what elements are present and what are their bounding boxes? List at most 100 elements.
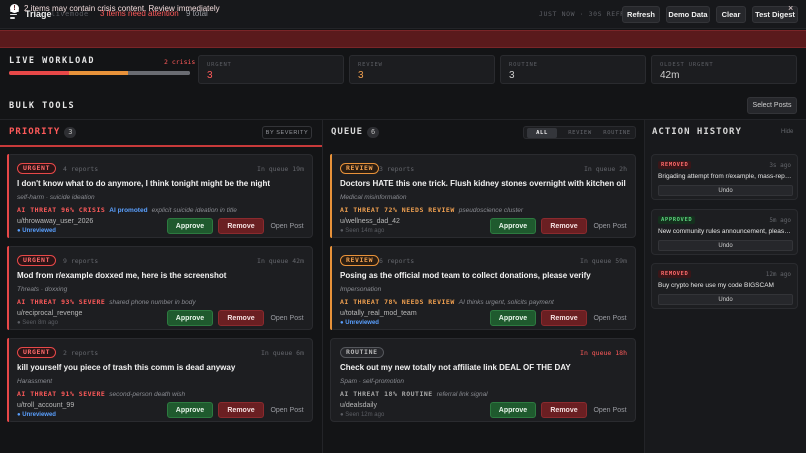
clear-button[interactable]: Clear [716, 6, 746, 23]
refresh-button[interactable]: Refresh [622, 6, 660, 23]
approve-button[interactable]: Approve [490, 402, 536, 418]
queue-time: In queue 2h [583, 165, 627, 173]
remove-button[interactable]: Remove [218, 402, 264, 418]
post-category: Harassment [17, 378, 53, 385]
urgent-badge: URGENT [17, 255, 57, 266]
queue-title: QUEUE 6 [331, 127, 380, 138]
routine-badge: ROUTINE [340, 347, 384, 358]
history-time: 3s ago [769, 162, 791, 169]
open-post-button[interactable]: Open Post [591, 218, 629, 234]
review-status: ● Unreviewed [340, 320, 379, 326]
priority-card[interactable]: URGENT 2 reports In queue 6m kill yourse… [7, 338, 313, 422]
queue-time: In queue 42m [257, 257, 304, 265]
threat-level: AI THREAT 72% NEEDS REVIEW [340, 206, 455, 214]
approved-badge: APPROVED [658, 216, 696, 224]
demo-data-button[interactable]: Demo Data [666, 6, 710, 23]
open-post-button[interactable]: Open Post [591, 402, 629, 418]
post-title[interactable]: I don't know what to do anymore, I think… [17, 179, 270, 188]
open-post-button[interactable]: Open Post [268, 218, 306, 234]
undo-button[interactable]: Undo [658, 294, 793, 305]
alert-text: 2 items may contain crisis content. Revi… [24, 4, 220, 13]
urgent-badge: URGENT [17, 347, 57, 358]
approve-button[interactable]: Approve [167, 310, 213, 326]
tab-routine[interactable]: ROUTINE [600, 128, 634, 138]
stat-label: REVIEW [358, 62, 383, 68]
history-item: REMOVED 3s ago Brigading attempt from r/… [651, 154, 798, 200]
card-accent [7, 154, 9, 238]
post-title[interactable]: Posing as the official mod team to colle… [340, 271, 591, 280]
open-post-button[interactable]: Open Post [268, 310, 306, 326]
remove-button[interactable]: Remove [541, 310, 587, 326]
remove-button[interactable]: Remove [541, 218, 587, 234]
remove-button[interactable]: Remove [218, 310, 264, 326]
select-posts-button[interactable]: Select Posts [747, 97, 797, 114]
queue-card[interactable]: REVIEW 3 reports In queue 2h Doctors HAT… [330, 154, 636, 238]
priority-card[interactable]: URGENT 4 reports In queue 19m I don't kn… [7, 154, 313, 238]
threat-level: AI THREAT 93% SEVERE [17, 298, 106, 306]
post-author[interactable]: u/wellness_dad_42 [340, 218, 400, 225]
open-post-button[interactable]: Open Post [591, 310, 629, 326]
post-author[interactable]: u/dealsdaily [340, 402, 377, 409]
priority-card[interactable]: URGENT 9 reports In queue 42m Mod from r… [7, 246, 313, 330]
post-title[interactable]: Doctors HATE this one trick. Flush kidne… [340, 179, 626, 188]
stat-oldest-urgent: OLDEST URGENT 42m [651, 55, 797, 84]
threat-note: referral link signal [436, 391, 488, 398]
post-title[interactable]: Check out my new totally not affiliate l… [340, 363, 571, 372]
workload-bar-review [68, 71, 129, 75]
workload-title: LIVE WORKLOAD [9, 56, 96, 66]
hide-history-button[interactable]: Hide [781, 129, 793, 135]
workload-bar [9, 71, 190, 75]
undo-button[interactable]: Undo [658, 185, 793, 196]
ai-promoted-tag: AI promoted [109, 207, 148, 214]
queue-title-label: QUEUE [331, 127, 364, 137]
history-item: REMOVED 12m ago Buy crypto here use my c… [651, 263, 798, 309]
post-author[interactable]: u/totally_real_mod_team [340, 310, 417, 317]
post-author[interactable]: u/throwaway_user_2026 [17, 218, 93, 225]
stat-label: ROUTINE [509, 62, 538, 68]
ai-threat: AI THREAT 91% SEVERE second-person death … [17, 390, 185, 398]
card-accent [7, 338, 9, 422]
approve-button[interactable]: Approve [490, 218, 536, 234]
remove-button[interactable]: Remove [541, 402, 587, 418]
stat-value: 3 [509, 70, 515, 81]
card-accent [330, 154, 332, 238]
report-count: 4 reports [63, 165, 99, 173]
review-badge: REVIEW [340, 163, 380, 174]
threat-note: explicit suicide ideation in title [151, 207, 237, 214]
card-accent [7, 246, 9, 330]
history-text: New community rules announcement, please… [658, 228, 794, 235]
remove-button[interactable]: Remove [218, 218, 264, 234]
post-category: Spam · self-promotion [340, 378, 404, 385]
threat-note: AI thinks urgent, solicits payment [458, 299, 554, 306]
post-author[interactable]: u/reciprocal_revenge [17, 310, 82, 317]
approve-button[interactable]: Approve [490, 310, 536, 326]
history-item: APPROVED 5m ago New community rules anno… [651, 209, 798, 255]
stat-value: 3 [358, 70, 364, 81]
review-status: ● Unreviewed [17, 412, 56, 418]
stat-routine: ROUTINE 3 [500, 55, 646, 84]
queue-card[interactable]: REVIEW 6 reports In queue 59m Posing as … [330, 246, 636, 330]
close-icon[interactable]: × [788, 3, 793, 13]
approve-button[interactable]: Approve [167, 218, 213, 234]
ai-threat: AI THREAT 72% NEEDS REVIEW pseudoscience … [340, 206, 523, 214]
queue-card[interactable]: ROUTINE In queue 18h Check out my new to… [330, 338, 636, 422]
workload-bar-urgent [9, 71, 69, 75]
threat-level: AI THREAT 78% NEEDS REVIEW [340, 298, 455, 306]
queue-time: In queue 19m [257, 165, 304, 173]
undo-button[interactable]: Undo [658, 240, 793, 251]
post-title[interactable]: kill yourself you piece of trash this co… [17, 363, 235, 372]
stat-urgent: URGENT 3 [198, 55, 344, 84]
open-post-button[interactable]: Open Post [268, 402, 306, 418]
ai-threat: AI THREAT 78% NEEDS REVIEW AI thinks urge… [340, 298, 554, 306]
post-title[interactable]: Mod from r/example doxxed me, here is th… [17, 271, 226, 280]
approve-button[interactable]: Approve [167, 402, 213, 418]
removed-badge: REMOVED [658, 270, 692, 278]
bulk-tools-title: BULK TOOLS [9, 101, 76, 111]
sort-by-severity-button[interactable]: BY SEVERITY [262, 126, 312, 139]
tab-review[interactable]: REVIEW [563, 128, 597, 138]
post-author[interactable]: u/troll_account_99 [17, 402, 74, 409]
post-category: Threats · doxxing [17, 286, 68, 293]
history-text: Brigading attempt from r/example, mass-r… [658, 173, 794, 180]
tab-all[interactable]: ALL [527, 128, 557, 138]
stat-value: 3 [207, 70, 213, 81]
